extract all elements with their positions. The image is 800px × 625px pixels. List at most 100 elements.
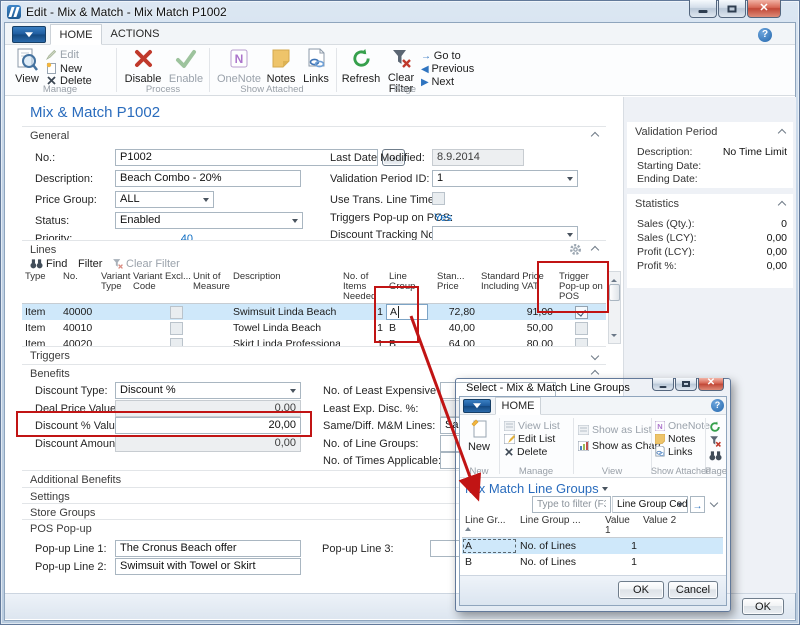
scroll-up-icon[interactable] bbox=[611, 276, 617, 282]
lines-clear-filter-button[interactable]: Clear Filter bbox=[112, 258, 180, 271]
col-type[interactable]: Type bbox=[22, 271, 60, 304]
popup-edit-list-button[interactable]: Edit List bbox=[504, 433, 555, 446]
popup-filter-go-button[interactable]: → bbox=[690, 496, 705, 513]
table-row[interactable]: Item40010 Towel Linda Beach 1 B 40,00 50… bbox=[22, 320, 606, 336]
goto-button[interactable]: → Go to bbox=[421, 50, 461, 63]
tab-actions[interactable]: ACTIONS bbox=[104, 24, 166, 45]
section-header-lines[interactable]: Lines bbox=[22, 240, 606, 257]
excl-checkbox[interactable] bbox=[170, 322, 183, 335]
col-items-needed[interactable]: No. of Items Needed bbox=[340, 271, 386, 304]
main-ok-button[interactable]: OK bbox=[742, 598, 784, 615]
edit-button[interactable]: Edit bbox=[46, 49, 79, 62]
popup-find-button[interactable] bbox=[709, 448, 722, 466]
popup-minimize-button[interactable] bbox=[652, 378, 674, 391]
col-excl[interactable]: Excl... bbox=[162, 271, 190, 304]
collapse-lines-icon[interactable] bbox=[591, 246, 599, 254]
tab-home[interactable]: HOME bbox=[50, 24, 102, 45]
line-group-editor[interactable]: A bbox=[386, 304, 428, 320]
collapse-validation-period-icon[interactable] bbox=[778, 129, 786, 137]
discount-type-select[interactable]: Discount % bbox=[115, 382, 301, 399]
factbox-header: Statistics bbox=[635, 198, 679, 210]
view-button[interactable]: View bbox=[10, 48, 44, 85]
fb-sales-qty-value[interactable]: 0 bbox=[781, 218, 787, 230]
trigger-checkbox[interactable] bbox=[575, 306, 588, 319]
popup-col-value1[interactable]: Value 1 bbox=[602, 515, 640, 538]
maximize-button[interactable] bbox=[718, 0, 746, 18]
popup-col-value2[interactable]: Value 2 bbox=[640, 515, 705, 538]
links-button[interactable]: Links bbox=[300, 48, 332, 85]
disable-button[interactable]: Disable bbox=[122, 48, 164, 85]
popup-notes-button[interactable]: Notes bbox=[655, 433, 695, 446]
expand-triggers-icon[interactable] bbox=[591, 352, 599, 360]
popup-show-as-list-button[interactable]: Show as List bbox=[578, 424, 652, 437]
scroll-down-icon[interactable] bbox=[611, 334, 617, 340]
popup-view-list-button[interactable]: View List bbox=[504, 420, 560, 433]
col-no[interactable]: No. bbox=[60, 271, 98, 304]
popup-show-as-chart-button[interactable]: Show as Chart bbox=[578, 440, 661, 453]
notes-button[interactable]: Notes bbox=[264, 48, 298, 85]
popup-title-dropdown-icon[interactable] bbox=[602, 487, 608, 491]
validation-period-id-select[interactable]: 1 bbox=[432, 170, 578, 187]
use-trans-checkbox[interactable] bbox=[432, 192, 445, 205]
collapse-benefits-icon[interactable] bbox=[591, 370, 599, 378]
triggers-popup-value[interactable]: Yes bbox=[434, 212, 452, 225]
scrollbar-thumb[interactable] bbox=[609, 284, 620, 301]
popup-col-line-group-type[interactable]: Line Group ... bbox=[517, 515, 602, 538]
table-row[interactable]: Item40000 Swimsuit Linda Beach 1 A 72,80… bbox=[22, 304, 606, 321]
popup-links-button[interactable]: Links bbox=[655, 446, 693, 459]
popup-filter-field-select[interactable]: Line Group Code bbox=[612, 496, 688, 513]
popup-table-row[interactable]: B No. of Lines 1 bbox=[462, 554, 723, 570]
fb-sales-lcy-value[interactable]: 0,00 bbox=[767, 232, 787, 244]
description-field[interactable]: Beach Combo - 20% bbox=[115, 170, 301, 187]
collapse-general-icon[interactable] bbox=[591, 132, 599, 140]
popup-application-menu-button[interactable] bbox=[463, 399, 491, 413]
popup-line2-field[interactable]: Swimsuit with Towel or Skirt bbox=[115, 558, 301, 575]
col-description[interactable]: Description bbox=[230, 271, 340, 304]
popup-help-icon[interactable]: ? bbox=[711, 399, 724, 412]
col-variant-type[interactable]: Variant Type bbox=[98, 271, 130, 304]
popup-header-row[interactable]: Line Gr... Line Group ... Value 1 Value … bbox=[462, 515, 723, 538]
trigger-checkbox[interactable] bbox=[575, 322, 588, 335]
popup-line1-field[interactable]: The Cronus Beach offer bbox=[115, 540, 301, 557]
gear-icon[interactable] bbox=[569, 243, 582, 259]
minimize-button[interactable] bbox=[689, 0, 717, 18]
lines-find-button[interactable]: Find bbox=[30, 258, 67, 271]
previous-button[interactable]: ◀ Previous bbox=[421, 63, 474, 76]
lines-filter-button[interactable]: Filter bbox=[78, 258, 102, 271]
popup-cancel-button[interactable]: Cancel bbox=[668, 581, 718, 599]
factbox-validation-period: Validation Period Description: No Time L… bbox=[627, 122, 793, 188]
col-price-vat[interactable]: Standard Price Including VAT bbox=[478, 271, 556, 304]
application-menu-button[interactable] bbox=[12, 26, 46, 43]
line-groups-label: No. of Line Groups: bbox=[323, 438, 418, 451]
popup-table-row[interactable]: A No. of Lines 1 bbox=[462, 538, 723, 554]
popup-new-button[interactable]: New bbox=[463, 419, 495, 453]
popup-col-line-group-code[interactable]: Line Gr... bbox=[462, 515, 517, 538]
col-stan-price[interactable]: Stan... Price bbox=[434, 271, 478, 304]
status-select[interactable]: Enabled bbox=[115, 212, 303, 229]
help-icon[interactable]: ? bbox=[758, 28, 772, 42]
col-trigger-popup[interactable]: Trigger Pop-up on POS bbox=[556, 271, 606, 304]
col-line-group[interactable]: Line Group bbox=[386, 271, 434, 304]
popup-ok-button[interactable]: OK bbox=[618, 581, 664, 599]
popup-tab-home[interactable]: HOME bbox=[495, 397, 541, 415]
close-button[interactable]: ✕ bbox=[747, 0, 781, 18]
collapse-statistics-icon[interactable] bbox=[778, 201, 786, 209]
popup-maximize-button[interactable] bbox=[675, 378, 697, 391]
section-header-triggers[interactable]: Triggers bbox=[22, 346, 606, 363]
popup-delete-button[interactable]: Delete bbox=[504, 446, 547, 459]
new-button[interactable]: New bbox=[46, 62, 82, 76]
price-group-select[interactable]: ALL bbox=[115, 191, 214, 208]
col-variant-code[interactable]: Variant Code bbox=[130, 271, 162, 304]
discount-pct-field[interactable]: 20,00 bbox=[115, 417, 301, 434]
popup-onenote-button[interactable]: NOneNote bbox=[655, 420, 710, 433]
onenote-button[interactable]: N OneNote bbox=[214, 48, 264, 85]
enable-button[interactable]: Enable bbox=[166, 48, 206, 85]
lines-header-row[interactable]: Type No. Variant Type Variant Code Excl.… bbox=[22, 271, 606, 304]
section-header-general[interactable]: General bbox=[22, 126, 606, 143]
links-icon bbox=[300, 48, 332, 71]
popup-filter-input[interactable] bbox=[532, 496, 611, 513]
col-unit-of-measure[interactable]: Unit of Measure bbox=[190, 271, 230, 304]
popup-close-button[interactable]: ✕ bbox=[698, 378, 724, 391]
excl-checkbox[interactable] bbox=[170, 306, 183, 319]
refresh-button[interactable]: Refresh bbox=[340, 48, 382, 85]
